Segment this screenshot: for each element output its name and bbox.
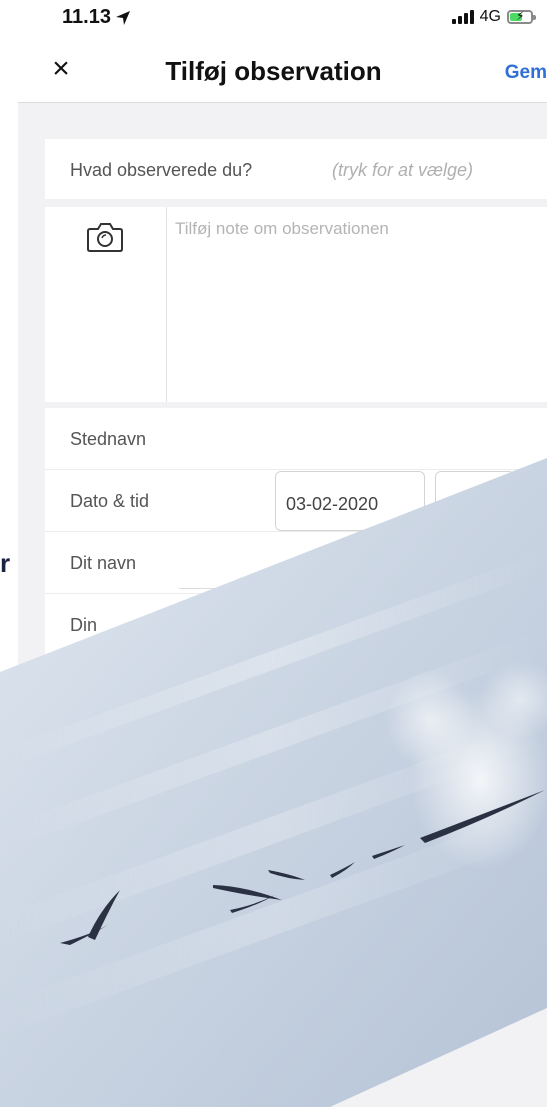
add-photo-button[interactable] [45,207,167,402]
date-field[interactable]: 03-02-2020 [275,471,425,531]
partial-row-label: Din [70,615,98,635]
partial-row[interactable]: Din [45,594,547,656]
save-button[interactable]: Gem [505,62,547,84]
charging-bolt-icon: ⚡ [516,9,525,23]
page-title: Tilføj observation [165,56,382,86]
name-row[interactable]: Dit navn [45,532,547,594]
battery-icon: ⚡ [507,9,536,24]
datetime-label: Dato & tid [70,491,150,511]
name-input-line [179,588,547,589]
signal-icon [451,10,474,24]
observation-type-row[interactable]: Hvad observerede du? (tryk for at vælge) [45,139,547,199]
note-section: Tilføj note om observationen [45,207,547,402]
note-input[interactable]: Tilføj note om observationen [175,219,389,239]
navigation-bar: × Tilføj observation Gem [0,40,547,102]
observation-type-hint: (tryk for at vælge) [332,160,474,180]
time-field[interactable]: 11:13 [435,471,515,531]
place-name-label: Stednavn [70,429,147,449]
edge-fragment: r [0,548,11,578]
datetime-row: Dato & tid 03-02-2020 11:13 [45,470,547,532]
observation-type-label: Hvad observerede du? [70,160,253,180]
note-placeholder-text: Tilføj note om observationen [175,219,389,238]
location-arrow-icon [115,10,130,25]
status-time: 11.13 [62,6,131,29]
name-label: Dit navn [70,553,137,573]
status-bar: 11.13 4G ⚡ [0,0,547,40]
status-indicators: 4G ⚡ [451,8,536,26]
form-content: Hvad observerede du? (tryk for at vælge)… [18,102,547,1107]
camera-icon [87,223,123,252]
status-time-text: 11.13 [62,6,111,28]
details-list: Stednavn Dato & tid 03-02-2020 11:13 Dit… [45,408,547,656]
network-type: 4G [479,8,501,25]
place-name-row[interactable]: Stednavn [45,408,547,470]
